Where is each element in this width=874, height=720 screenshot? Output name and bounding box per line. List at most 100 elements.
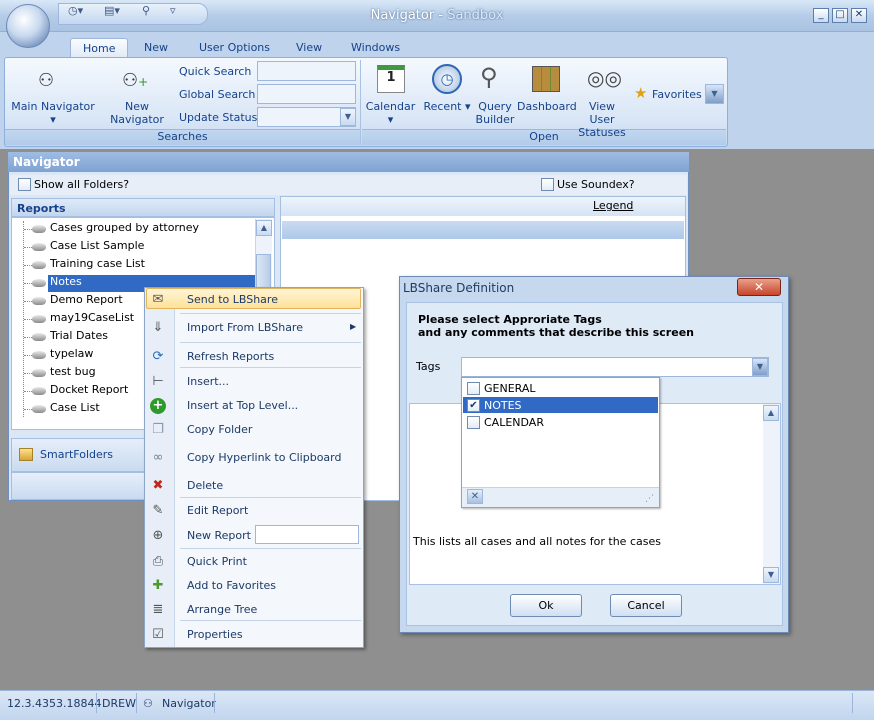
menu-item[interactable]: Insert... bbox=[187, 375, 229, 393]
tab-new[interactable]: New bbox=[132, 38, 180, 58]
application-orb-button[interactable] bbox=[6, 4, 50, 48]
global-search-input[interactable] bbox=[257, 84, 356, 104]
menu-item[interactable]: Edit Report bbox=[187, 504, 248, 522]
tree-item[interactable]: Demo Report bbox=[48, 291, 125, 308]
resize-grip-icon[interactable]: ⋰ bbox=[645, 494, 654, 504]
new-navigator-button[interactable]: New Navigator bbox=[100, 100, 174, 126]
menu-item[interactable]: Send to LBShare bbox=[187, 293, 278, 311]
query-builder-button[interactable]: Query Builder bbox=[474, 100, 516, 126]
comments-scrollbar[interactable] bbox=[763, 404, 780, 584]
tree-connector bbox=[24, 355, 32, 356]
search-icon[interactable]: ⚲ bbox=[142, 4, 150, 17]
close-icon[interactable]: ✕ bbox=[467, 489, 483, 504]
chevron-down-icon[interactable]: ▼ bbox=[340, 108, 356, 126]
tree-item[interactable]: Trial Dates bbox=[48, 327, 110, 344]
report-icon bbox=[32, 261, 46, 269]
tab-view[interactable]: View bbox=[284, 38, 334, 58]
smart-folders-label: SmartFolders bbox=[40, 448, 113, 461]
menu-item[interactable]: Insert at Top Level... bbox=[187, 399, 298, 417]
status-separator bbox=[136, 693, 137, 713]
customize-icon[interactable]: ▿ bbox=[170, 4, 176, 17]
favorites-dropdown-button[interactable]: ▼ bbox=[705, 84, 724, 104]
main-navigator-button[interactable]: Main Navigator ▾ bbox=[10, 100, 96, 126]
ok-button[interactable]: Ok bbox=[510, 594, 582, 617]
preview-header-bar bbox=[282, 221, 684, 239]
tag-calendar-label[interactable]: CALENDAR bbox=[484, 416, 544, 429]
calendar-button[interactable]: Calendar ▾ bbox=[363, 100, 418, 126]
menu-item[interactable]: Delete bbox=[187, 479, 223, 497]
glasses-icon: ◎◎ bbox=[587, 66, 622, 90]
use-soundex-checkbox[interactable] bbox=[541, 178, 554, 191]
pencil-icon: ✎ bbox=[152, 503, 164, 518]
comment-text: This lists all cases and all notes for t… bbox=[413, 535, 661, 548]
global-search-label: Global Search bbox=[179, 88, 256, 101]
tag-calendar-checkbox[interactable] bbox=[467, 416, 480, 429]
menu-item[interactable]: Copy Folder bbox=[187, 423, 252, 441]
tab-user-options[interactable]: User Options bbox=[187, 38, 282, 58]
show-all-folders-checkbox[interactable] bbox=[18, 178, 31, 191]
legend-link[interactable]: Legend bbox=[593, 199, 633, 212]
menu-item[interactable]: New Report bbox=[187, 529, 251, 547]
tree-icon: ≣ bbox=[152, 602, 164, 617]
folder-icon bbox=[19, 448, 33, 461]
report-icon bbox=[32, 243, 46, 251]
menu-item[interactable]: Import From LBShare bbox=[187, 321, 303, 339]
menu-item[interactable]: Properties bbox=[187, 628, 243, 646]
tree-item[interactable]: test bug bbox=[48, 363, 98, 380]
link-icon: ∞ bbox=[152, 450, 164, 465]
tag-notes-label[interactable]: NOTES bbox=[484, 399, 522, 412]
dropdown-footer bbox=[462, 487, 659, 507]
tree-scroll-thumb[interactable] bbox=[256, 254, 271, 288]
tab-windows[interactable]: Windows bbox=[339, 38, 412, 58]
report-icon[interactable]: ▤▾ bbox=[104, 4, 120, 17]
tab-home[interactable]: Home bbox=[70, 38, 129, 58]
reports-header: Reports bbox=[11, 198, 275, 217]
quick-search-label: Quick Search bbox=[179, 65, 252, 78]
dashboard-button[interactable]: Dashboard bbox=[517, 100, 577, 113]
close-window-button[interactable]: ✕ bbox=[851, 8, 867, 23]
menu-item[interactable]: Quick Print bbox=[187, 555, 247, 573]
share-icon: ✉ bbox=[152, 292, 164, 307]
menu-item[interactable]: Copy Hyperlink to Clipboard bbox=[187, 451, 341, 469]
scroll-up-icon[interactable]: ▲ bbox=[256, 220, 272, 236]
scroll-up-icon[interactable]: ▲ bbox=[763, 405, 779, 421]
tree-item[interactable]: Training case List bbox=[48, 255, 147, 272]
scroll-down-icon[interactable]: ▼ bbox=[763, 567, 779, 583]
submenu-arrow-icon: ▶ bbox=[350, 322, 357, 331]
dialog-prompt: Please select Approriate Tags and any com… bbox=[418, 313, 694, 339]
tags-dropdown-icon[interactable]: ▼ bbox=[752, 358, 768, 376]
tree-item[interactable]: Notes bbox=[48, 273, 84, 290]
module-label[interactable]: Navigator bbox=[162, 697, 216, 710]
tag-general-checkbox[interactable] bbox=[467, 382, 480, 395]
tree-item[interactable]: may19CaseList bbox=[48, 309, 136, 326]
clock-icon[interactable]: ◷▾ bbox=[68, 4, 83, 17]
tags-combobox[interactable] bbox=[461, 357, 769, 377]
version-label: 12.3.4353.18844 bbox=[7, 697, 102, 710]
tag-notes-checkbox[interactable]: ✔ bbox=[467, 399, 480, 412]
menu-item[interactable]: Add to Favorites bbox=[187, 579, 276, 597]
tree-item[interactable]: typelaw bbox=[48, 345, 95, 362]
report-icon bbox=[32, 315, 46, 323]
tree-item[interactable]: Cases grouped by attorney bbox=[48, 219, 201, 236]
menu-item[interactable]: Arrange Tree bbox=[187, 603, 257, 621]
minimize-button[interactable]: _ bbox=[813, 8, 829, 23]
report-icon bbox=[32, 279, 46, 287]
tree-connector bbox=[24, 265, 32, 266]
status-separator bbox=[852, 693, 853, 713]
refresh-icon: ⟳ bbox=[152, 349, 164, 364]
maximize-button[interactable]: □ bbox=[832, 8, 848, 23]
tree-connector bbox=[24, 247, 32, 248]
menu-item[interactable]: Refresh Reports bbox=[187, 350, 274, 368]
tree-item[interactable]: Case List bbox=[48, 399, 102, 416]
report-icon bbox=[32, 387, 46, 395]
new-report-input[interactable] bbox=[255, 525, 359, 544]
favorites-button[interactable]: Favorites bbox=[652, 88, 702, 101]
tree-item[interactable]: Case List Sample bbox=[48, 237, 146, 254]
tag-general-label[interactable]: GENERAL bbox=[484, 382, 536, 395]
view-user-statuses-button[interactable]: View User Statuses bbox=[576, 100, 628, 139]
recent-button[interactable]: Recent ▾ bbox=[422, 100, 472, 113]
quick-search-input[interactable] bbox=[257, 61, 356, 81]
dialog-close-button[interactable]: ✕ bbox=[737, 278, 781, 296]
cancel-button[interactable]: Cancel bbox=[610, 594, 682, 617]
tree-item[interactable]: Docket Report bbox=[48, 381, 130, 398]
